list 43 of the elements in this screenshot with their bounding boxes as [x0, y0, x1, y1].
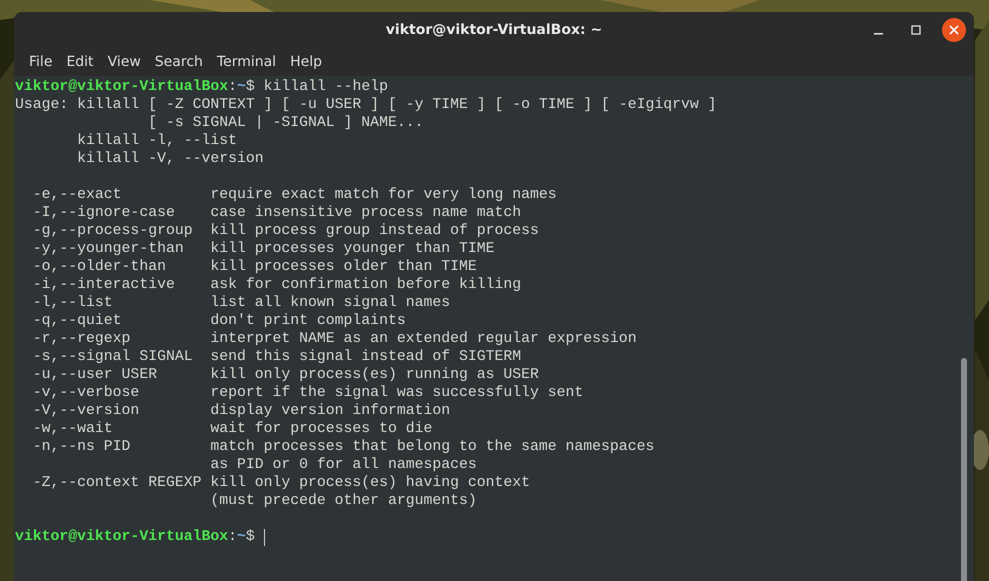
- menu-item[interactable]: Search: [148, 52, 210, 72]
- output-line: -V,--version display version information: [32, 402, 450, 420]
- prompt-path: ~: [237, 528, 246, 546]
- prompt-separator: :: [228, 78, 238, 96]
- prompt-user-host: viktor@viktor-VirtualBox: [15, 78, 228, 96]
- output-line: (must precede other arguments): [209, 492, 477, 510]
- output-line: -q,--quiet don't print complaints: [32, 312, 406, 330]
- output-line: -n,--ns PID match processes that belong to the same namespaces: [32, 438, 654, 456]
- menu-item[interactable]: Edit: [59, 52, 101, 72]
- prompt-path: ~: [237, 78, 246, 96]
- output-line: [ -s SIGNAL | -SIGNAL ] NAME...: [147, 114, 424, 132]
- prompt-symbol: $: [246, 78, 255, 96]
- output-line: -w,--wait wait for processes to die: [32, 420, 432, 438]
- output-line: -i,--interactive ask for confirmation before killing: [32, 276, 522, 294]
- output-line: -Z,--context REGEXP kill only process(es) having context: [32, 474, 530, 492]
- output-line: -l,--list list all known signal names: [32, 294, 450, 312]
- output-line: -u,--user USER kill only process(es) running as USER: [32, 366, 539, 384]
- output-line: -s,--signal SIGNAL send this signal instead of SIGTERM: [32, 348, 522, 366]
- output-line: -g,--process-group kill process group instead of process: [32, 222, 539, 240]
- window-title: viktor@viktor-VirtualBox: ~: [386, 20, 602, 40]
- command-text: killall --help: [262, 78, 388, 96]
- scrollbar-thumb[interactable]: [961, 358, 967, 581]
- output-line: -r,--regexp interpret NAME as an extended regular expression: [32, 330, 637, 348]
- menu-item[interactable]: View: [100, 52, 148, 72]
- output-line: -I,--ignore-case case insensitive process name match: [32, 204, 522, 222]
- maximize-icon: [911, 25, 921, 35]
- output-line: -v,--verbose report if the signal was successfully sent: [32, 384, 584, 402]
- output-line: -e,--exact require exact match for very long names: [32, 186, 557, 204]
- menu-item[interactable]: File: [22, 52, 60, 72]
- menu-item[interactable]: Help: [283, 52, 329, 72]
- menu-item[interactable]: Terminal: [210, 52, 284, 72]
- output-line: -o,--older-than kill processes older than TIME: [32, 258, 477, 276]
- output-line: killall -V, --version: [76, 150, 264, 168]
- minimize-icon: [874, 33, 882, 35]
- output-line: Usage: killall [ -Z CONTEXT ] [ -u USER ] [ -y TIME ] [ -o TIME ] [ -eIgiqrvw ]: [15, 96, 716, 114]
- output-line: killall -l, --list: [76, 132, 237, 150]
- output-line: -y,--younger-than kill processes younger than TIME: [32, 240, 494, 258]
- close-button[interactable]: [942, 18, 966, 42]
- close-icon: [949, 25, 959, 35]
- output-line: as PID or 0 for all namespaces: [209, 456, 477, 474]
- prompt-user-host: viktor@viktor-VirtualBox: [15, 528, 228, 546]
- prompt-separator: :: [228, 528, 238, 546]
- prompt-symbol: $: [246, 528, 255, 546]
